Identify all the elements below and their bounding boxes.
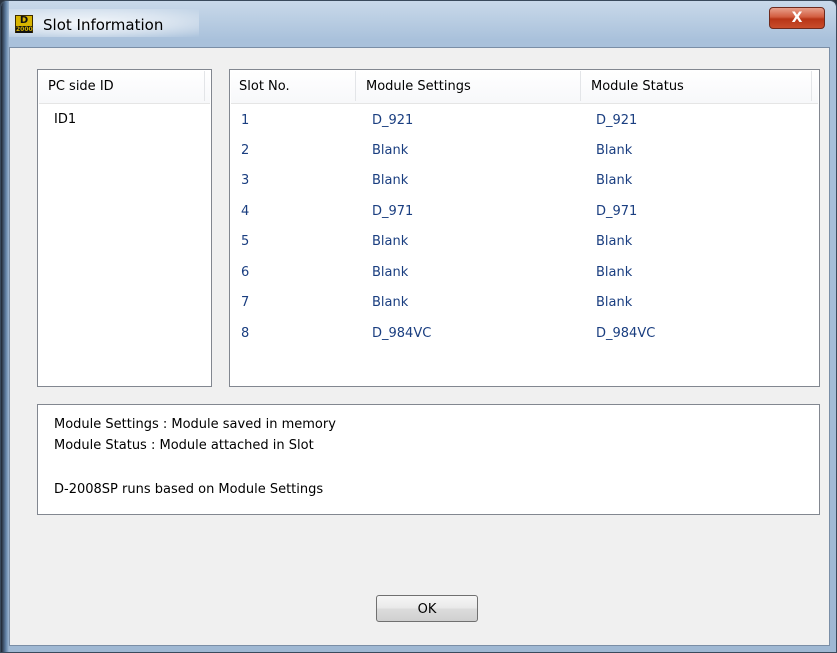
info-line-runs-based-on: D-2008SP runs based on Module Settings	[54, 482, 324, 497]
module-status-value: Blank	[596, 295, 633, 310]
column-separator	[204, 71, 205, 101]
module-status-value: Blank	[596, 234, 633, 249]
table-row[interactable]: 7 Blank Blank	[230, 288, 819, 318]
close-icon: X	[791, 10, 803, 26]
app-icon[interactable]: D 2000	[15, 15, 33, 33]
slot-table[interactable]: Slot No. Module Settings Module Status 1…	[229, 69, 820, 387]
module-status-value: Blank	[596, 143, 633, 158]
table-row[interactable]: 8 D_984VC D_984VC	[230, 319, 819, 349]
column-header-module-status[interactable]: Module Status	[591, 70, 684, 104]
table-row[interactable]: 6 Blank Blank	[230, 258, 819, 288]
slot-number: 6	[241, 265, 250, 280]
app-icon-caption: 2000	[16, 26, 33, 33]
close-button[interactable]: X	[769, 7, 825, 29]
slot-number: 7	[241, 295, 250, 310]
window-frame-edge	[1, 1, 9, 652]
info-text-box: Module Settings : Module saved in memory…	[37, 404, 820, 515]
module-settings-value: D_921	[372, 113, 414, 128]
module-status-value: Blank	[596, 173, 633, 188]
table-row[interactable]: 1 D_921 D_921	[230, 106, 819, 136]
module-settings-value: Blank	[372, 295, 409, 310]
column-separator	[580, 71, 581, 101]
slot-number: 3	[241, 173, 250, 188]
id-column-header[interactable]: PC side ID	[48, 70, 114, 104]
ok-button[interactable]: OK	[376, 595, 478, 622]
module-status-value: D_971	[596, 204, 638, 219]
app-icon-letter: D	[19, 15, 29, 26]
slot-information-window: D 2000 Slot Information X PC side ID ID1…	[0, 0, 837, 653]
column-header-module-settings[interactable]: Module Settings	[366, 70, 471, 104]
module-settings-value: D_984VC	[372, 326, 432, 341]
module-status-value: D_984VC	[596, 326, 656, 341]
table-row[interactable]: 4 D_971 D_971	[230, 197, 819, 227]
module-settings-value: D_971	[372, 204, 414, 219]
slot-number: 2	[241, 143, 250, 158]
window-title: Slot Information	[43, 16, 164, 34]
module-status-value: Blank	[596, 265, 633, 280]
slot-number: 8	[241, 326, 250, 341]
module-status-value: D_921	[596, 113, 638, 128]
info-line-module-settings: Module Settings : Module saved in memory	[54, 417, 336, 432]
slot-table-header	[231, 71, 818, 104]
module-settings-value: Blank	[372, 265, 409, 280]
table-row[interactable]: 3 Blank Blank	[230, 166, 819, 196]
table-row[interactable]: 2 Blank Blank	[230, 136, 819, 166]
dialog-body: PC side ID ID1 Slot No. Module Settings …	[9, 47, 830, 646]
slot-number: 5	[241, 234, 250, 249]
column-header-slot-no[interactable]: Slot No.	[239, 70, 290, 104]
column-separator	[355, 71, 356, 101]
module-settings-value: Blank	[372, 234, 409, 249]
id-list-item[interactable]: ID1	[54, 112, 76, 127]
info-line-module-status: Module Status : Module attached in Slot	[54, 438, 314, 453]
column-separator	[811, 71, 812, 101]
title-bar[interactable]: D 2000 Slot Information X	[1, 1, 836, 47]
module-settings-value: Blank	[372, 173, 409, 188]
slot-number: 4	[241, 204, 250, 219]
table-row[interactable]: 5 Blank Blank	[230, 227, 819, 257]
module-settings-value: Blank	[372, 143, 409, 158]
slot-number: 1	[241, 113, 250, 128]
pc-side-id-list[interactable]: PC side ID ID1	[37, 69, 212, 387]
